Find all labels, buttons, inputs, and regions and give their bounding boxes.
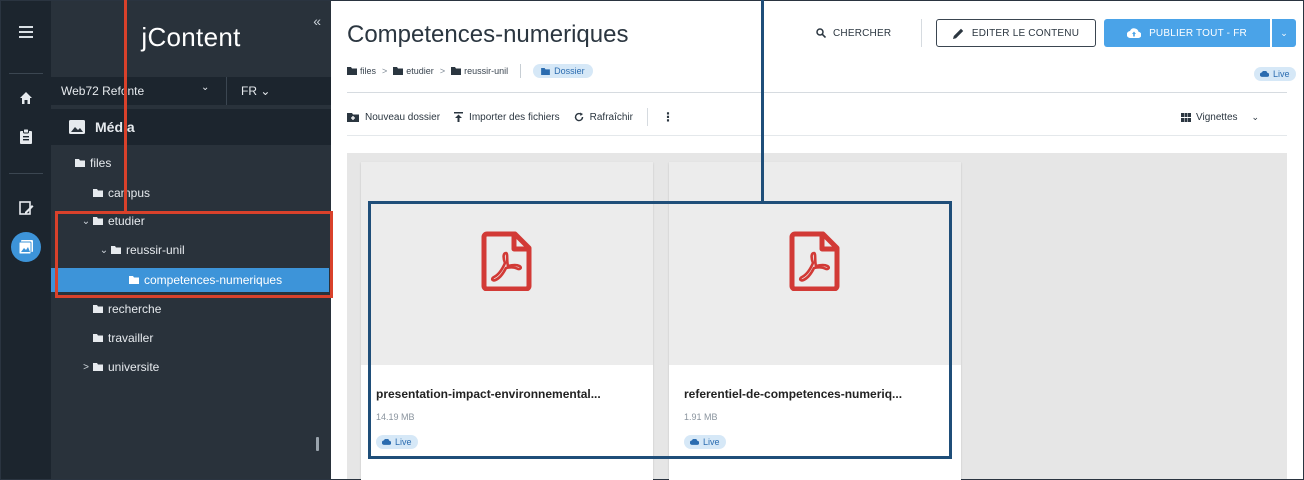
rail-divider xyxy=(9,73,43,74)
folder-icon xyxy=(93,334,103,342)
selector-divider xyxy=(226,77,227,105)
search-button-label: CHERCHER xyxy=(833,27,892,39)
folder-icon xyxy=(75,159,85,167)
more-options-icon[interactable]: ⋮ xyxy=(662,110,674,124)
upload-icon xyxy=(454,112,464,122)
folder-icon xyxy=(93,305,103,313)
tree-item-campus[interactable]: campus xyxy=(51,181,331,205)
panel-resize-handle[interactable] xyxy=(316,437,319,451)
import-files-button[interactable]: Importer des fichiers xyxy=(454,112,560,123)
header-separator xyxy=(347,92,1287,93)
annotation-highlight-files xyxy=(368,201,952,459)
rail-divider xyxy=(9,173,43,174)
type-badge-label: Dossier xyxy=(554,66,585,76)
cloud-upload-icon xyxy=(1127,28,1142,38)
tree-item-travailler[interactable]: travailler xyxy=(51,326,331,350)
refresh-label: Rafraîchir xyxy=(589,111,633,123)
edit-content-label: EDITER LE CONTENU xyxy=(971,27,1080,39)
folder-icon xyxy=(541,67,550,75)
publish-all-label: PUBLIER TOUT - FR xyxy=(1149,27,1247,39)
toolbar-divider xyxy=(647,108,648,126)
pencil-icon xyxy=(952,28,964,39)
page-title: Competences-numeriques xyxy=(347,21,629,48)
folder-icon xyxy=(393,67,404,75)
publish-all-button[interactable]: PUBLIER TOUT - FR xyxy=(1104,19,1270,47)
breadcrumb-separator: > xyxy=(382,66,388,76)
annotation-pointer-blue xyxy=(761,0,764,202)
view-mode-label: Vignettes xyxy=(1196,111,1238,123)
view-mode-selector[interactable]: Vignettes ⌄ xyxy=(1181,107,1259,127)
site-selector[interactable]: Web72 Refonte xyxy=(61,84,144,98)
cloud-icon xyxy=(1260,71,1269,77)
media-nav-button[interactable] xyxy=(1,230,51,264)
search-button[interactable]: CHERCHER xyxy=(816,23,891,43)
import-files-label: Importer des fichiers xyxy=(469,111,560,123)
edit-content-button[interactable]: EDITER LE CONTENU xyxy=(936,19,1096,47)
breadcrumb-separator: > xyxy=(439,66,446,76)
refresh-icon xyxy=(574,112,584,122)
breadcrumb-item[interactable]: files xyxy=(360,66,376,76)
clipboard-icon[interactable] xyxy=(1,119,51,153)
toolbar: Nouveau dossier Importer des fichiers Ra… xyxy=(347,107,674,127)
site-language-selectors: Web72 Refonte ⌄ FR ⌄ xyxy=(51,77,331,105)
breadcrumb-divider xyxy=(520,64,522,78)
tree-item-universite[interactable]: > universite xyxy=(51,355,331,379)
publish-options-button[interactable]: ⌄ xyxy=(1272,19,1296,47)
folder-icon xyxy=(93,363,103,371)
icon-rail xyxy=(1,1,51,479)
refresh-button[interactable]: Rafraîchir xyxy=(574,112,633,123)
app-brand: jContent xyxy=(141,21,241,52)
media-icon xyxy=(69,120,85,134)
header-divider xyxy=(921,19,922,47)
media-section-title: Média xyxy=(95,119,135,135)
chevron-down-icon: ⌄ xyxy=(1280,27,1288,38)
tree-item-label: travailler xyxy=(108,331,154,345)
new-folder-button[interactable]: Nouveau dossier xyxy=(347,112,440,123)
status-badge: Live xyxy=(1254,64,1296,82)
add-folder-icon xyxy=(347,112,359,122)
tree-item-label: campus xyxy=(108,186,151,200)
search-icon xyxy=(816,28,826,38)
new-folder-label: Nouveau dossier xyxy=(365,111,441,123)
chevron-right-icon[interactable]: > xyxy=(79,362,93,373)
tree-item-label: universite xyxy=(108,360,160,374)
breadcrumb-item[interactable]: reussir-unil xyxy=(464,66,508,76)
tree-item-label: recherche xyxy=(108,302,162,316)
breadcrumb: files > etudier > reussir-unil Dossier xyxy=(347,63,593,79)
language-selector[interactable]: FR ⌄ xyxy=(241,84,270,98)
tree-item-recherche[interactable]: recherche xyxy=(51,297,331,321)
annotation-pointer-red xyxy=(124,0,127,212)
folder-icon xyxy=(93,189,103,197)
toolbar-separator xyxy=(347,135,1287,136)
breadcrumb-item[interactable]: etudier xyxy=(406,66,434,76)
tree-item-files[interactable]: files xyxy=(51,151,331,175)
status-label: Live xyxy=(1273,69,1290,79)
menu-icon[interactable] xyxy=(1,15,51,49)
media-icon xyxy=(11,232,41,262)
collapse-panel-icon[interactable]: « xyxy=(313,13,321,29)
grid-view-icon xyxy=(1181,112,1191,122)
chevron-down-icon: ⌄ xyxy=(1251,111,1260,122)
folder-icon xyxy=(347,67,357,75)
media-section-header: Média xyxy=(51,109,331,145)
home-icon[interactable] xyxy=(1,81,51,115)
tree-item-label: files xyxy=(90,156,112,170)
folder-icon xyxy=(451,67,462,75)
type-badge: Dossier xyxy=(533,64,593,78)
edit-document-icon[interactable] xyxy=(1,191,51,225)
chevron-down-icon[interactable]: ⌄ xyxy=(201,82,209,93)
annotation-highlight-tree xyxy=(55,211,333,298)
